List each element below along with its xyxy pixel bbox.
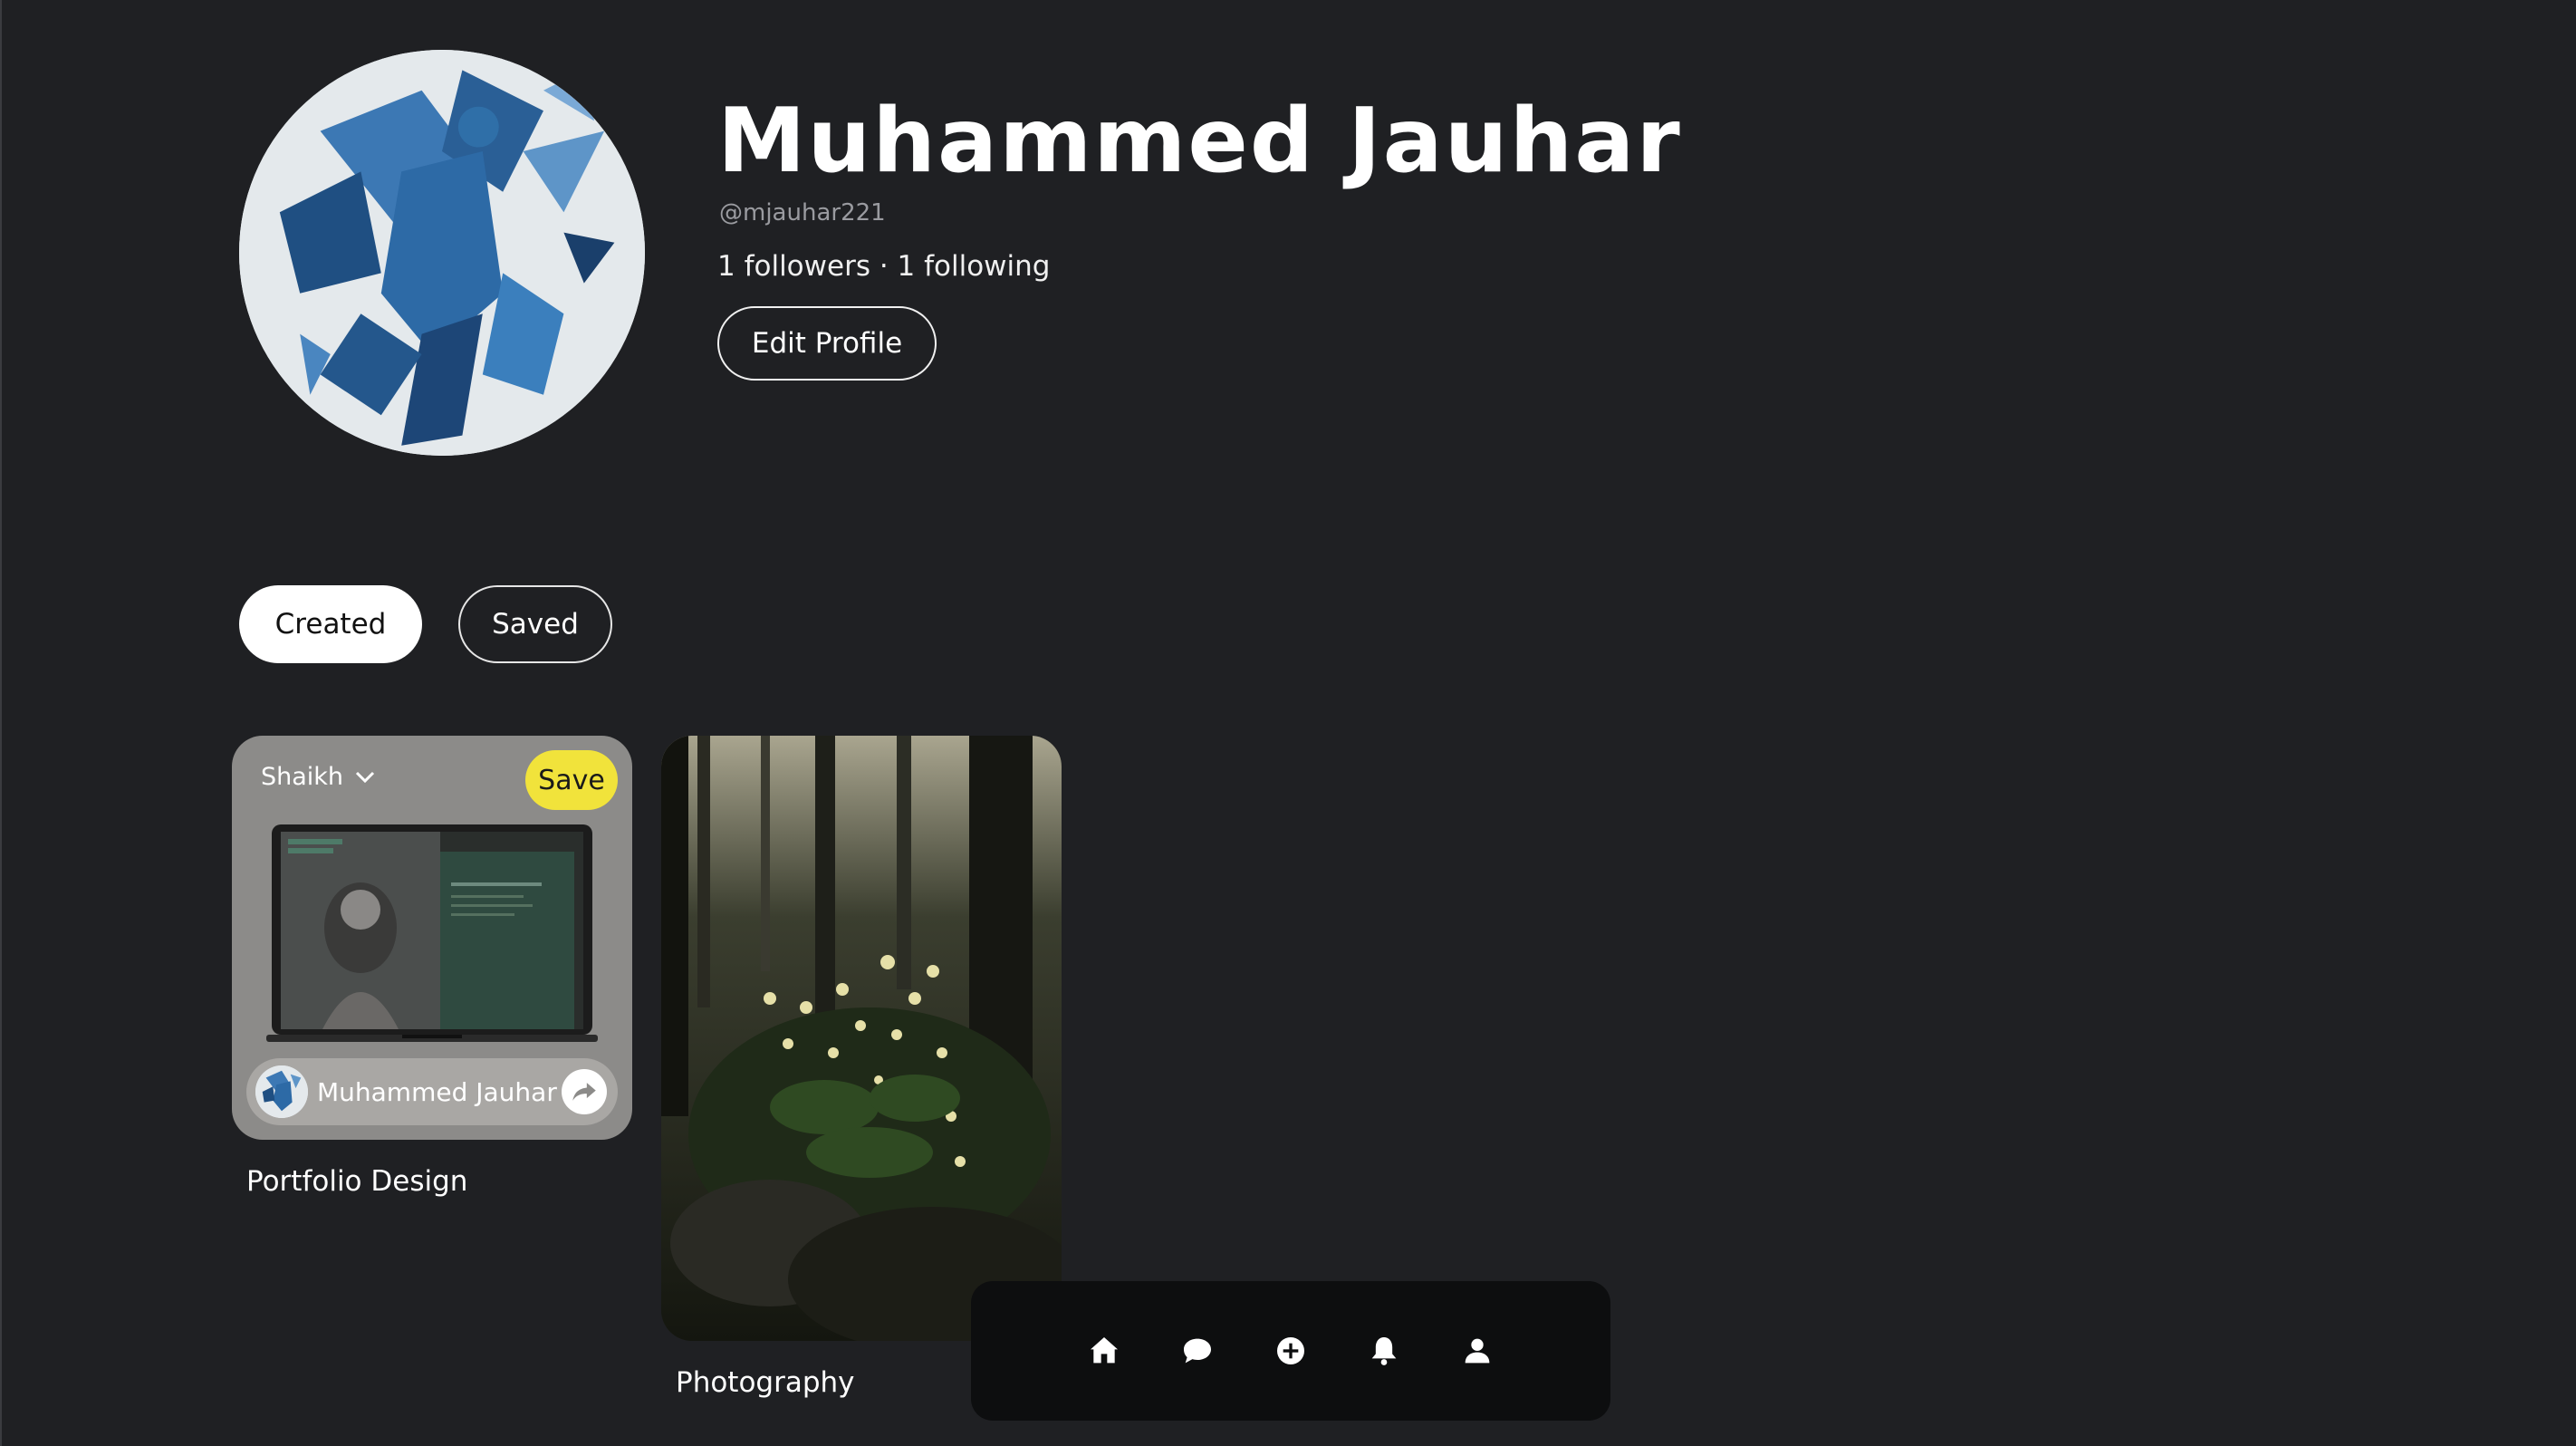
chevron-down-icon — [355, 771, 375, 783]
share-button[interactable] — [562, 1069, 607, 1114]
nav-home[interactable] — [1079, 1326, 1129, 1376]
plus-circle-icon — [1277, 1337, 1304, 1364]
tab-saved[interactable]: Saved — [458, 585, 612, 663]
follow-stats[interactable]: 1 followers · 1 following — [717, 250, 1050, 283]
profile-name: Muhammed Jauhar — [717, 90, 1682, 193]
profile-page: Muhammed Jauhar @mjauhar221 1 followers … — [0, 0, 2576, 1446]
pin-card-portfolio[interactable]: Shaikh Save Muhammed Jauhar — [232, 736, 632, 1140]
forest-wildflowers-photo — [661, 736, 1062, 1341]
pin-author-bar[interactable]: Muhammed Jauhar — [246, 1058, 618, 1125]
bell-icon — [1371, 1337, 1397, 1365]
home-icon — [1091, 1337, 1118, 1364]
board-selector[interactable]: Shaikh — [261, 763, 376, 791]
board-name: Shaikh — [261, 763, 344, 791]
edit-profile-button[interactable]: Edit Profile — [717, 306, 937, 381]
chat-bubble-icon — [1184, 1338, 1211, 1364]
save-button[interactable]: Save — [525, 750, 618, 810]
nav-profile[interactable] — [1452, 1326, 1503, 1376]
nav-notifications[interactable] — [1359, 1326, 1409, 1376]
share-arrow-icon — [572, 1083, 596, 1101]
nav-create[interactable] — [1265, 1326, 1316, 1376]
tab-created[interactable]: Created — [239, 585, 422, 663]
author-avatar — [255, 1065, 308, 1118]
pin-card-photography[interactable] — [661, 736, 1062, 1341]
profile-avatar[interactable] — [239, 50, 645, 456]
nav-messages[interactable] — [1172, 1326, 1223, 1376]
window-edge — [0, 0, 2, 1446]
person-icon — [1465, 1338, 1490, 1364]
profile-handle: @mjauhar221 — [719, 199, 886, 227]
pin-image-laptop-mockup — [266, 819, 598, 1047]
pin-title-portfolio[interactable]: Portfolio Design — [246, 1165, 467, 1198]
avatar-illustration — [239, 50, 645, 456]
bottom-navigation — [971, 1281, 1610, 1421]
author-name: Muhammed Jauhar — [317, 1076, 557, 1107]
pin-title-photography[interactable]: Photography — [676, 1366, 855, 1399]
